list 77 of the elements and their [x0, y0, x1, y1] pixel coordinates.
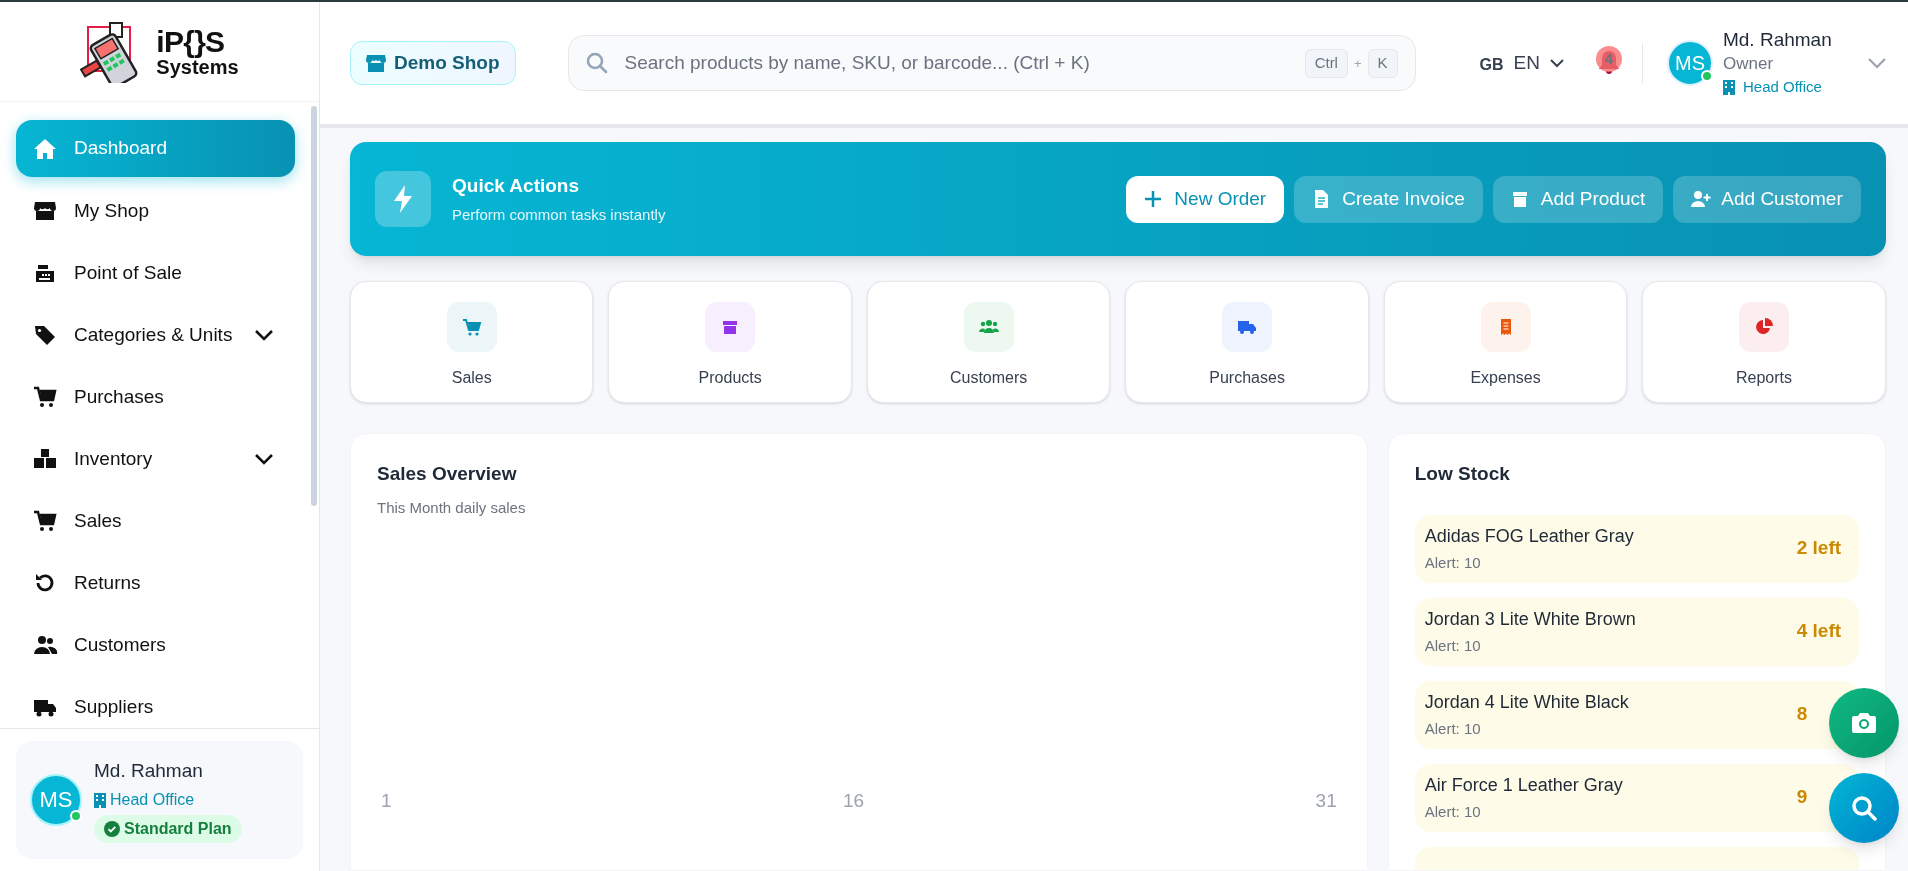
user-plus-icon: [1691, 190, 1712, 208]
card-title: Low Stock: [1414, 462, 1511, 486]
home-icon: [32, 136, 58, 161]
banner-title: Quick Actions: [452, 173, 581, 198]
chevron-down-icon: [255, 329, 273, 341]
product-name: Jordan 4 Lite White Black: [1424, 690, 1629, 714]
sidebar-item[interactable]: My Shop: [16, 183, 295, 239]
language-selector[interactable]: GB EN: [1479, 48, 1564, 78]
user-role: Owner: [1722, 53, 1775, 76]
user-menu[interactable]: MS Md. Rahman Owner Head Office: [1666, 27, 1886, 99]
alert-level: Alert: 10: [1424, 718, 1482, 739]
user-avatar: MS: [30, 773, 82, 826]
key-cap: K: [1367, 49, 1398, 78]
plus-sign: +: [1353, 54, 1362, 73]
product-name: Air Force 1 Leather Gray: [1424, 773, 1623, 797]
low-stock-item[interactable]: Jordan 3 Lite White Brown Alert: 10 4 left: [1414, 597, 1859, 666]
building-icon: [1722, 80, 1735, 95]
alert-level: Alert: 10: [1424, 801, 1482, 822]
shortcut-card[interactable]: Reports: [1642, 281, 1886, 403]
shortcut-card[interactable]: Purchases: [1125, 281, 1369, 403]
axis-label: 31: [1315, 789, 1337, 813]
chevron-down-icon: [255, 453, 273, 465]
low-stock-item[interactable]: Air Force 1 Leather Gray Alert: 10 9: [1414, 763, 1859, 832]
stock-left: 4 left: [1796, 619, 1843, 644]
shortcut-card[interactable]: Sales: [350, 281, 594, 403]
user-card[interactable]: MS Md. Rahman Head Office Standard Plan: [16, 740, 303, 859]
cart-icon: [32, 385, 58, 409]
low-stock-item[interactable]: Jordan 4 Lite White Black Alert: 10 8: [1414, 680, 1859, 749]
axis-label: 1: [381, 789, 392, 813]
store-icon: [366, 54, 386, 72]
user-name: Md. Rahman: [1722, 28, 1832, 53]
boxes-icon: [32, 447, 58, 471]
lightning-icon: [393, 185, 413, 213]
product-name: Jordan 3 Lite White Brown: [1424, 607, 1636, 631]
cart-icon: [32, 509, 58, 533]
user-name: Md. Rahman: [94, 758, 204, 783]
check-circle-icon: [104, 821, 120, 837]
axis-label: 16: [843, 789, 865, 813]
store-icon: [32, 199, 58, 223]
alert-level: Alert: 10: [1424, 552, 1482, 573]
sidebar-item[interactable]: Sales: [16, 493, 295, 549]
quick-action-button[interactable]: New Order: [1126, 175, 1285, 223]
shortcut-card[interactable]: Products: [608, 281, 852, 403]
stock-left: 2 left: [1796, 536, 1843, 561]
logo-text: iP{}S: [156, 26, 226, 57]
sidebar-item[interactable]: Suppliers: [16, 679, 295, 728]
users-icon: [32, 633, 58, 657]
product-name: Adidas FOG Leather Gray: [1424, 524, 1634, 548]
chevron-down-icon: [1867, 57, 1886, 69]
tags-icon: [32, 323, 58, 347]
shortcut-card[interactable]: Customers: [866, 281, 1111, 403]
search-icon: [585, 52, 608, 74]
sidebar-item[interactable]: Inventory: [16, 431, 295, 487]
building-icon: [94, 792, 106, 808]
branch-name: Head Office: [1742, 77, 1822, 98]
search-icon: [1850, 795, 1877, 821]
sidebar-item[interactable]: Point of Sale: [16, 245, 295, 301]
shop-selector[interactable]: Demo Shop: [350, 41, 516, 85]
card-subtitle: This Month daily sales: [377, 497, 527, 518]
chevron-down-icon: [1549, 58, 1564, 68]
stock-left: 8: [1796, 702, 1809, 727]
scrollbar-thumb[interactable]: [311, 106, 317, 506]
sidebar-item[interactable]: Categories & Units: [16, 307, 295, 363]
user-avatar: MS: [1666, 40, 1713, 86]
low-stock-item[interactable]: Adidas FOG Leather Gray Alert: 10 2 left: [1414, 514, 1859, 583]
sidebar-item[interactable]: Purchases: [16, 369, 295, 425]
stock-left: 9: [1796, 785, 1809, 810]
key-cap: Ctrl: [1304, 49, 1348, 78]
banner-subtitle: Perform common tasks instantly: [452, 205, 666, 225]
sidebar-item[interactable]: Returns: [16, 555, 295, 611]
alert-level: Alert: 10: [1424, 635, 1482, 656]
camera-icon: [1851, 713, 1876, 733]
card-title: Sales Overview: [377, 462, 518, 486]
sidebar-item[interactable]: Customers: [16, 617, 295, 673]
plan-badge: Standard Plan: [94, 815, 242, 843]
notification-count: 4: [1595, 46, 1622, 72]
shortcut-card[interactable]: Expenses: [1383, 281, 1628, 403]
